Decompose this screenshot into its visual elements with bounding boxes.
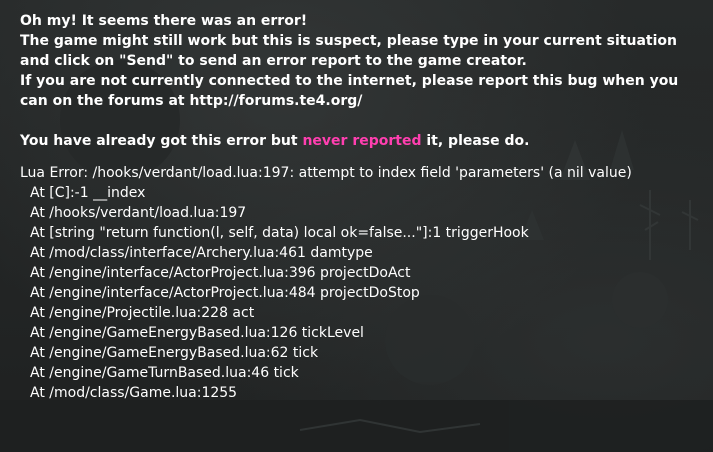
stack-frame: At /engine/GameTurnBased.lua:46 tick bbox=[30, 365, 299, 381]
never-reported-highlight: never reported bbox=[302, 133, 422, 149]
stack-frame: At /mod/class/interface/Archery.lua:461 … bbox=[30, 245, 373, 261]
stack-frame: At /engine/Projectile.lua:228 act bbox=[30, 305, 255, 321]
stack-trace: Lua Error: /hooks/verdant/load.lua:197: … bbox=[20, 163, 632, 403]
error-title: Oh my! It seems there was an error! bbox=[20, 13, 308, 29]
repeat-notice-suffix: it, please do. bbox=[421, 133, 530, 149]
stack-frame: At /hooks/verdant/load.lua:197 bbox=[30, 205, 247, 221]
error-screen: Oh my! It seems there was an error! The … bbox=[0, 0, 713, 452]
error-instructions-line: and click on "Send" to send an error rep… bbox=[20, 53, 527, 69]
stack-frame: At [C]:-1 __index bbox=[30, 185, 146, 201]
repeat-notice: You have already got this error but neve… bbox=[20, 131, 710, 151]
stack-frame: At [string "return function(l, self, dat… bbox=[30, 225, 529, 241]
error-message: Oh my! It seems there was an error! The … bbox=[20, 11, 710, 151]
stack-frame: At /engine/GameEnergyBased.lua:126 tickL… bbox=[30, 325, 364, 341]
repeat-notice-prefix: You have already got this error but bbox=[20, 133, 303, 149]
error-offline-line: If you are not currently connected to th… bbox=[20, 73, 679, 89]
error-offline-line: can on the forums at http://forums.te4.o… bbox=[20, 93, 363, 109]
lua-error-line: Lua Error: /hooks/verdant/load.lua:197: … bbox=[20, 165, 632, 181]
stack-frame: At /engine/interface/ActorProject.lua:48… bbox=[30, 285, 420, 301]
stack-frame: At /mod/class/Game.lua:1255 bbox=[30, 385, 238, 401]
stack-frame: At /engine/GameEnergyBased.lua:62 tick bbox=[30, 345, 319, 361]
error-instructions-line: The game might still work but this is su… bbox=[20, 33, 677, 49]
stack-frame: At /engine/interface/ActorProject.lua:39… bbox=[30, 265, 411, 281]
